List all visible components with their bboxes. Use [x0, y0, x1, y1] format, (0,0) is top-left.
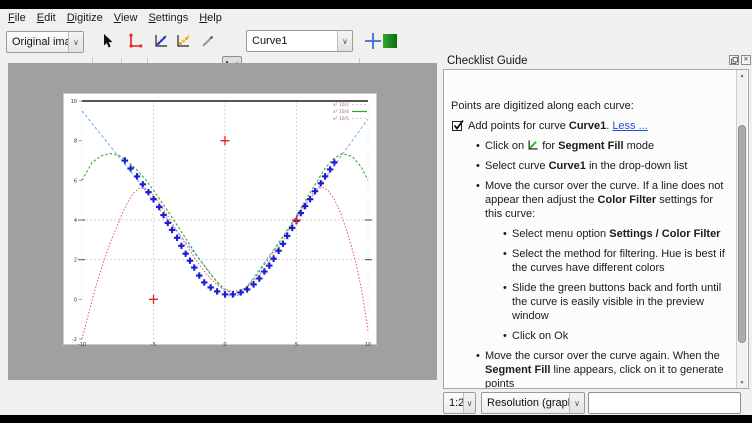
panel-close-button[interactable]: ✕	[741, 55, 751, 65]
zoom-combo-value: 1:2	[444, 397, 463, 409]
chevron-down-icon: ∨	[569, 393, 584, 413]
letterbox-bottom	[0, 415, 752, 423]
axis-point-icon	[127, 33, 143, 49]
bullet-icon: •	[503, 281, 512, 323]
menu-item-settings[interactable]: Settings	[148, 12, 188, 24]
point-match-icon	[175, 33, 192, 49]
axis-point-tool-button[interactable]	[126, 31, 144, 51]
curve-combo-value: Curve1	[247, 35, 337, 47]
scroll-up-icon[interactable]: ▲	[737, 70, 747, 81]
scroll-down-icon[interactable]: ▼	[737, 377, 747, 388]
bullet-icon: •	[476, 179, 485, 221]
scrollbar-thumb[interactable]	[738, 125, 746, 343]
letterbox-top	[0, 0, 752, 9]
resolution-combo[interactable]: Resolution (graph): ∨	[481, 392, 585, 414]
graph-image[interactable]: 10 8 6 4 2 0 -2-10 -5 0 5 10 x² 10/2x² 10/4x² 10/5	[63, 93, 377, 345]
svg-text:0: 0	[223, 342, 226, 346]
svg-text:x² 10/5: x² 10/5	[333, 116, 349, 122]
checklist-bullet-item: •Move the cursor over the curve again. W…	[451, 349, 733, 389]
bullet-icon: •	[476, 349, 485, 389]
bullet-icon: •	[476, 139, 485, 153]
svg-text:5: 5	[295, 342, 298, 346]
checklist-panel-title: Checklist Guide	[447, 55, 528, 67]
menu-item-view[interactable]: View	[114, 12, 138, 24]
color-picker-tool-button[interactable]	[198, 31, 216, 51]
svg-text:-5: -5	[151, 342, 156, 346]
segment-fill-icon	[527, 139, 539, 151]
status-text-input[interactable]	[588, 392, 741, 414]
menu-item-file[interactable]: File	[8, 12, 26, 24]
curve-point-icon	[153, 33, 170, 49]
svg-text:x² 10/4: x² 10/4	[333, 109, 349, 115]
select-cursor-icon	[99, 33, 115, 49]
svg-text:-10: -10	[78, 342, 86, 346]
svg-text:10: 10	[71, 99, 77, 105]
color-picker-icon	[199, 33, 215, 49]
checklist-bullet-item: •Select menu option Settings / Color Fil…	[451, 227, 733, 241]
zoom-combo[interactable]: 1:2 ∨	[443, 392, 476, 414]
checklist-bullet-item: •Click on Ok	[451, 329, 733, 343]
menu-item-edit[interactable]: Edit	[37, 12, 56, 24]
status-bar: 1:2 ∨ Resolution (graph): ∨	[0, 391, 752, 415]
chevron-down-icon: ∨	[68, 32, 83, 52]
curve-combo[interactable]: Curve1 ∨	[246, 30, 353, 52]
curve-cross-indicator	[363, 30, 382, 52]
checklist-task: Add points for curve Curve1. Less ...	[451, 119, 733, 133]
background-combo[interactable]: Original image ∨	[6, 31, 84, 53]
cross-icon	[364, 32, 382, 50]
engauge-digitizer-window: File Edit Digitize View Settings Help Origina…	[0, 0, 752, 423]
checklist-link[interactable]: Less ...	[612, 120, 647, 132]
curve-point-tool-button[interactable]	[152, 31, 170, 51]
document-canvas[interactable]: 10 8 6 4 2 0 -2-10 -5 0 5 10 x² 10/2x² 10/4x² 10/5	[8, 63, 437, 380]
checklist-content: Points are digitized along each curve: Ad…	[444, 70, 737, 389]
panel-float-button[interactable]	[729, 55, 739, 65]
svg-text:4: 4	[74, 218, 77, 224]
bullet-icon: •	[503, 227, 512, 241]
checklist-bullet-item: •Click on for Segment Fill mode	[451, 139, 733, 153]
curve-color-swatch	[383, 34, 397, 48]
svg-text:10: 10	[365, 342, 371, 346]
toolbar: Original image ∨	[0, 27, 752, 55]
panel-scrollbar[interactable]: ▲ ▼	[736, 70, 747, 388]
svg-text:8: 8	[74, 139, 77, 145]
bullet-icon: •	[503, 329, 512, 343]
menu-item-help[interactable]: Help	[199, 12, 222, 24]
menu-item-digitize[interactable]: Digitize	[67, 12, 103, 24]
float-icon	[731, 57, 738, 64]
checklist-panel: Points are digitized along each curve: Ad…	[443, 69, 749, 389]
chevron-down-icon: ∨	[337, 31, 352, 51]
checkbox-checked-icon[interactable]	[452, 121, 462, 131]
bullet-icon: •	[476, 159, 485, 173]
checklist-bullet-item: •Select curve Curve1 in the drop-down li…	[451, 159, 733, 173]
close-icon: ✕	[743, 57, 748, 64]
menu-bar: File Edit Digitize View Settings Help	[0, 9, 752, 27]
select-tool-button[interactable]	[98, 31, 116, 51]
chevron-down-icon: ∨	[463, 393, 475, 413]
svg-text:-2: -2	[72, 337, 77, 343]
svg-text:6: 6	[74, 178, 77, 184]
application-frame: File Edit Digitize View Settings Help Origina…	[0, 9, 752, 415]
svg-text:2: 2	[74, 258, 77, 264]
checklist-bullet-item: •Slide the green buttons back and forth …	[451, 281, 733, 323]
svg-text:0: 0	[74, 297, 77, 303]
background-combo-value: Original image	[7, 36, 68, 48]
bullet-icon: •	[503, 247, 512, 275]
checklist-bullet-item: •Select the method for filtering. Hue is…	[451, 247, 733, 275]
svg-text:x² 10/2: x² 10/2	[333, 102, 349, 108]
checklist-paragraph: Points are digitized along each curve:	[451, 99, 733, 113]
digitized-graph: 10 8 6 4 2 0 -2-10 -5 0 5 10 x² 10/2x² 10/4x² 10/5	[64, 94, 378, 346]
resolution-combo-value: Resolution (graph):	[482, 397, 569, 409]
checklist-bullet-item: •Move the cursor over the curve. If a li…	[451, 179, 733, 221]
point-match-tool-button[interactable]	[174, 31, 192, 51]
